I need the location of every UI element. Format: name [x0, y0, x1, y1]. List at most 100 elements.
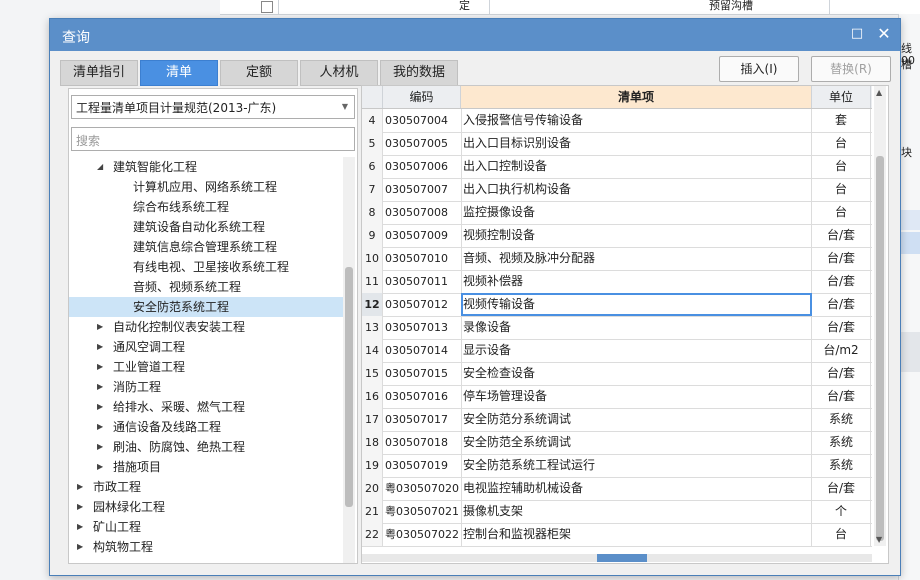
row-number[interactable]: 8: [362, 201, 383, 224]
expand-arrow-icon[interactable]: ▶: [97, 397, 103, 417]
row-number[interactable]: 15: [362, 362, 383, 385]
cell-unit[interactable]: 台/套: [812, 316, 871, 339]
column-header-code[interactable]: 编码: [383, 86, 461, 108]
tab-labor-material[interactable]: 人材机: [300, 60, 378, 86]
table-row[interactable]: 6 030507006 出入口控制设备台: [362, 155, 872, 179]
cell-item-name[interactable]: 显示设备: [461, 339, 812, 362]
table-scrollbar-thumb[interactable]: [876, 156, 884, 541]
tree-node[interactable]: ▶ 矿山工程: [69, 517, 343, 537]
cell-item-name[interactable]: 停车场管理设备: [461, 385, 812, 408]
cell-item-name[interactable]: 出入口控制设备: [461, 155, 812, 178]
tree-node[interactable]: 有线电视、卫星接收系统工程: [69, 257, 343, 277]
row-number[interactable]: 4: [362, 109, 383, 132]
cell-code[interactable]: 030507005: [383, 132, 462, 155]
scroll-up-icon[interactable]: ▲: [876, 88, 882, 97]
tree-node[interactable]: ▶ 给排水、采暖、燃气工程: [69, 397, 343, 417]
dialog-titlebar[interactable]: 查询 □ ✕: [50, 19, 900, 51]
expand-arrow-icon[interactable]: ▶: [97, 337, 103, 357]
tree-node[interactable]: ◢ 建筑智能化工程: [69, 157, 343, 177]
maximize-icon[interactable]: □: [850, 27, 864, 41]
tree-node[interactable]: ▶ 措施项目: [69, 457, 343, 477]
cell-unit[interactable]: 台/套: [812, 385, 871, 408]
expand-arrow-icon[interactable]: ▶: [97, 417, 103, 437]
cell-item-name[interactable]: 出入口目标识别设备: [461, 132, 812, 155]
cell-code[interactable]: 030507007: [383, 178, 462, 201]
cell-code[interactable]: 030507011: [383, 270, 462, 293]
cell-item-name[interactable]: 音频、视频及脉冲分配器: [461, 247, 812, 270]
insert-button[interactable]: 插入(I): [719, 56, 799, 82]
expand-arrow-icon[interactable]: ▶: [77, 477, 83, 497]
background-checkbox[interactable]: [256, 0, 279, 14]
row-number[interactable]: 6: [362, 155, 383, 178]
tree-node[interactable]: 安全防范系统工程: [69, 297, 343, 317]
cell-item-name[interactable]: 视频控制设备: [461, 224, 812, 247]
cell-item-name[interactable]: 安全检查设备: [461, 362, 812, 385]
splitter-bar[interactable]: [362, 554, 872, 562]
cell-unit[interactable]: 台: [812, 201, 871, 224]
cell-item-name[interactable]: 出入口执行机构设备: [461, 178, 812, 201]
cell-unit[interactable]: 系统: [812, 408, 871, 431]
tab-bill[interactable]: 清单: [140, 60, 218, 86]
tab-quota[interactable]: 定额: [220, 60, 298, 86]
cell-unit[interactable]: 套: [812, 109, 871, 132]
table-row[interactable]: 12 030507012 视频传输设备 台/套: [362, 293, 872, 317]
tree-node[interactable]: 综合布线系统工程: [69, 197, 343, 217]
cell-unit[interactable]: 台/套: [812, 477, 871, 500]
row-number[interactable]: 14: [362, 339, 383, 362]
table-row[interactable]: 15 030507015 安全检查设备 台/套: [362, 362, 872, 386]
cell-unit[interactable]: 台/套: [812, 247, 871, 270]
row-number[interactable]: 13: [362, 316, 383, 339]
tree-node[interactable]: ▶ 消防工程: [69, 377, 343, 397]
table-row[interactable]: 20 粤030507020 电视监控辅助机械设备 台/套: [362, 477, 872, 501]
splitter-handle[interactable]: [597, 554, 647, 562]
table-row[interactable]: 14 030507014 显示设备 台/m2: [362, 339, 872, 363]
cell-code[interactable]: 030507008: [383, 201, 462, 224]
row-number[interactable]: 11: [362, 270, 383, 293]
row-number[interactable]: 21: [362, 500, 383, 523]
table-row[interactable]: 4 030507004 入侵报警信号传输设备套: [362, 109, 872, 133]
cell-unit[interactable]: 台: [812, 523, 871, 546]
cell-code[interactable]: 030507010: [383, 247, 462, 270]
cell-code[interactable]: 030507015: [383, 362, 462, 385]
expand-arrow-icon[interactable]: ▶: [97, 457, 103, 477]
row-number[interactable]: 18: [362, 431, 383, 454]
tree-node[interactable]: ▶ 刷油、防腐蚀、绝热工程: [69, 437, 343, 457]
cell-item-name[interactable]: 安全防范全系统调试: [461, 431, 812, 454]
table-row[interactable]: 10 030507010 音频、视频及脉冲分配器 台/套: [362, 247, 872, 271]
table-row[interactable]: 5 030507005 出入口目标识别设备台: [362, 132, 872, 156]
cell-code[interactable]: 030507006: [383, 155, 462, 178]
cell-item-name[interactable]: 安全防范分系统调试: [461, 408, 812, 431]
cell-unit[interactable]: 台: [812, 178, 871, 201]
cell-code[interactable]: 粤030507020: [383, 477, 462, 500]
expand-arrow-icon[interactable]: ▶: [77, 537, 83, 557]
cell-unit[interactable]: 系统: [812, 431, 871, 454]
tree-scrollbar[interactable]: [343, 157, 355, 563]
table-row[interactable]: 19 030507019 安全防范系统工程试运行 系统: [362, 454, 872, 478]
tree-node[interactable]: 音频、视频系统工程: [69, 277, 343, 297]
cell-item-name[interactable]: 入侵报警信号传输设备: [461, 109, 812, 132]
cell-unit[interactable]: 台: [812, 155, 871, 178]
tree-node[interactable]: 建筑信息综合管理系统工程: [69, 237, 343, 257]
row-number[interactable]: 9: [362, 224, 383, 247]
row-number[interactable]: 22: [362, 523, 383, 546]
table-row[interactable]: 22 粤030507022 控制台和监视器柜架台: [362, 523, 872, 547]
chevron-down-icon[interactable]: ▼: [342, 102, 348, 111]
column-header-item[interactable]: 清单项: [461, 86, 812, 108]
table-row[interactable]: 11 030507011 视频补偿器 台/套: [362, 270, 872, 294]
cell-unit[interactable]: 台: [812, 132, 871, 155]
tree-node[interactable]: ▶ 通信设备及线路工程: [69, 417, 343, 437]
row-number[interactable]: 10: [362, 247, 383, 270]
row-number[interactable]: 7: [362, 178, 383, 201]
cell-unit[interactable]: 系统: [812, 454, 871, 477]
row-number[interactable]: 16: [362, 385, 383, 408]
tree-node[interactable]: ▶ 市政工程: [69, 477, 343, 497]
cell-code[interactable]: 030507004: [383, 109, 462, 132]
row-number[interactable]: 12: [362, 293, 383, 316]
cell-unit[interactable]: 台/m2: [812, 339, 871, 362]
cell-code[interactable]: 030507019: [383, 454, 462, 477]
cell-item-name[interactable]: 电视监控辅助机械设备: [461, 477, 812, 500]
cell-unit[interactable]: 台/套: [812, 293, 871, 316]
column-header-unit[interactable]: 单位: [812, 86, 871, 108]
cell-code[interactable]: 030507009: [383, 224, 462, 247]
row-number[interactable]: 5: [362, 132, 383, 155]
